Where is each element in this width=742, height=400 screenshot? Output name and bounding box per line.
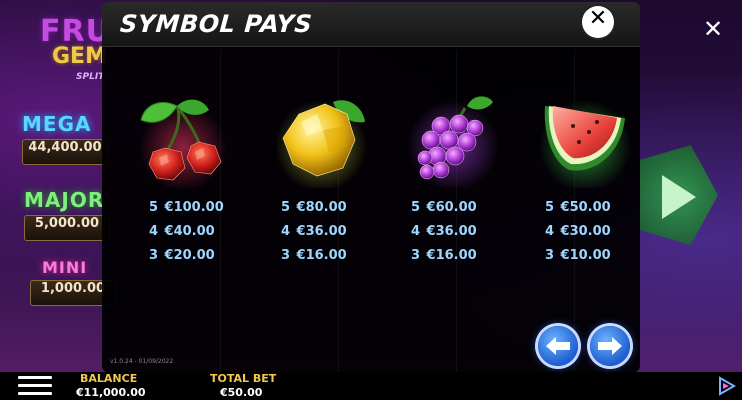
arrow-right-icon [598, 337, 622, 355]
pay-row: 5 €100.00 [148, 200, 224, 215]
jackpot-mega-title: MEGA [22, 112, 92, 136]
arrow-left-icon [546, 337, 570, 355]
pay-row: 3 €16.00 [410, 248, 477, 263]
logo-line-2: GEM [52, 44, 107, 69]
version-label: v1.0.24 - 01/09/2022 [110, 358, 174, 365]
pay-row: 3 €20.00 [148, 248, 215, 263]
menu-icon[interactable] [18, 376, 52, 398]
cherry-pay-table: 5 €100.00 4 €40.00 3 €20.00 [128, 200, 238, 272]
lemon-icon [275, 92, 369, 192]
cherry-icon [137, 92, 229, 192]
symbol-column-lemon: 5 €80.00 4 €36.00 3 €16.00 [268, 92, 378, 272]
panel-header: SYMBOL PAYS ✕ [102, 2, 640, 47]
brand-logo-icon [719, 376, 736, 396]
pay-row: 4 €36.00 [410, 224, 477, 239]
grapes-icon [407, 92, 499, 192]
pay-row: 4 €40.00 [148, 224, 215, 239]
balance-value: €11,000.00 [76, 386, 146, 399]
pay-row: 3 €16.00 [280, 248, 347, 263]
spin-button-background [640, 145, 718, 245]
jackpot-major-value: 5,000.00 [24, 215, 110, 241]
jackpot-mega-value: 44,400.00 [22, 139, 108, 165]
panel-title: SYMBOL PAYS [119, 10, 314, 38]
jackpot-major: MAJOR 5,000.00 [24, 188, 114, 241]
symbol-column-cherry: 5 €100.00 4 €40.00 3 €20.00 [128, 92, 238, 272]
pay-row: 4 €36.00 [280, 224, 347, 239]
jackpot-major-title: MAJOR [24, 188, 105, 212]
symbol-column-watermelon: 5 €50.00 4 €30.00 3 €10.00 [530, 92, 640, 272]
bottom-bar: BALANCE €11,000.00 TOTAL BET €50.00 [0, 372, 742, 400]
symbol-column-grapes: 5 €60.00 4 €36.00 3 €16.00 [398, 92, 508, 272]
pay-row: 5 €60.00 [410, 200, 477, 215]
panel-close-button[interactable]: ✕ [582, 6, 614, 38]
symbol-pays-panel: SYMBOL PAYS ✕ 5 €100.00 4 €40.00 3 €20.0… [102, 2, 640, 372]
pay-row: 4 €30.00 [544, 224, 611, 239]
total-bet-value: €50.00 [220, 386, 263, 399]
grapes-pay-table: 5 €60.00 4 €36.00 3 €16.00 [398, 200, 508, 272]
game-close-icon[interactable]: ✕ [700, 16, 726, 42]
balance-label: BALANCE [80, 372, 138, 385]
watermelon-pay-table: 5 €50.00 4 €30.00 3 €10.00 [530, 200, 640, 272]
watermelon-icon [539, 92, 631, 192]
total-bet-label: TOTAL BET [210, 372, 277, 385]
pay-row: 3 €10.00 [544, 248, 611, 263]
lemon-pay-table: 5 €80.00 4 €36.00 3 €16.00 [268, 200, 378, 272]
previous-page-button[interactable] [538, 326, 578, 366]
logo-line-3: SPLIT [76, 72, 105, 82]
pay-row: 5 €80.00 [280, 200, 347, 215]
pay-row: 5 €50.00 [544, 200, 611, 215]
jackpot-mega: MEGA 44,400.00 [22, 112, 112, 165]
next-page-button[interactable] [590, 326, 630, 366]
